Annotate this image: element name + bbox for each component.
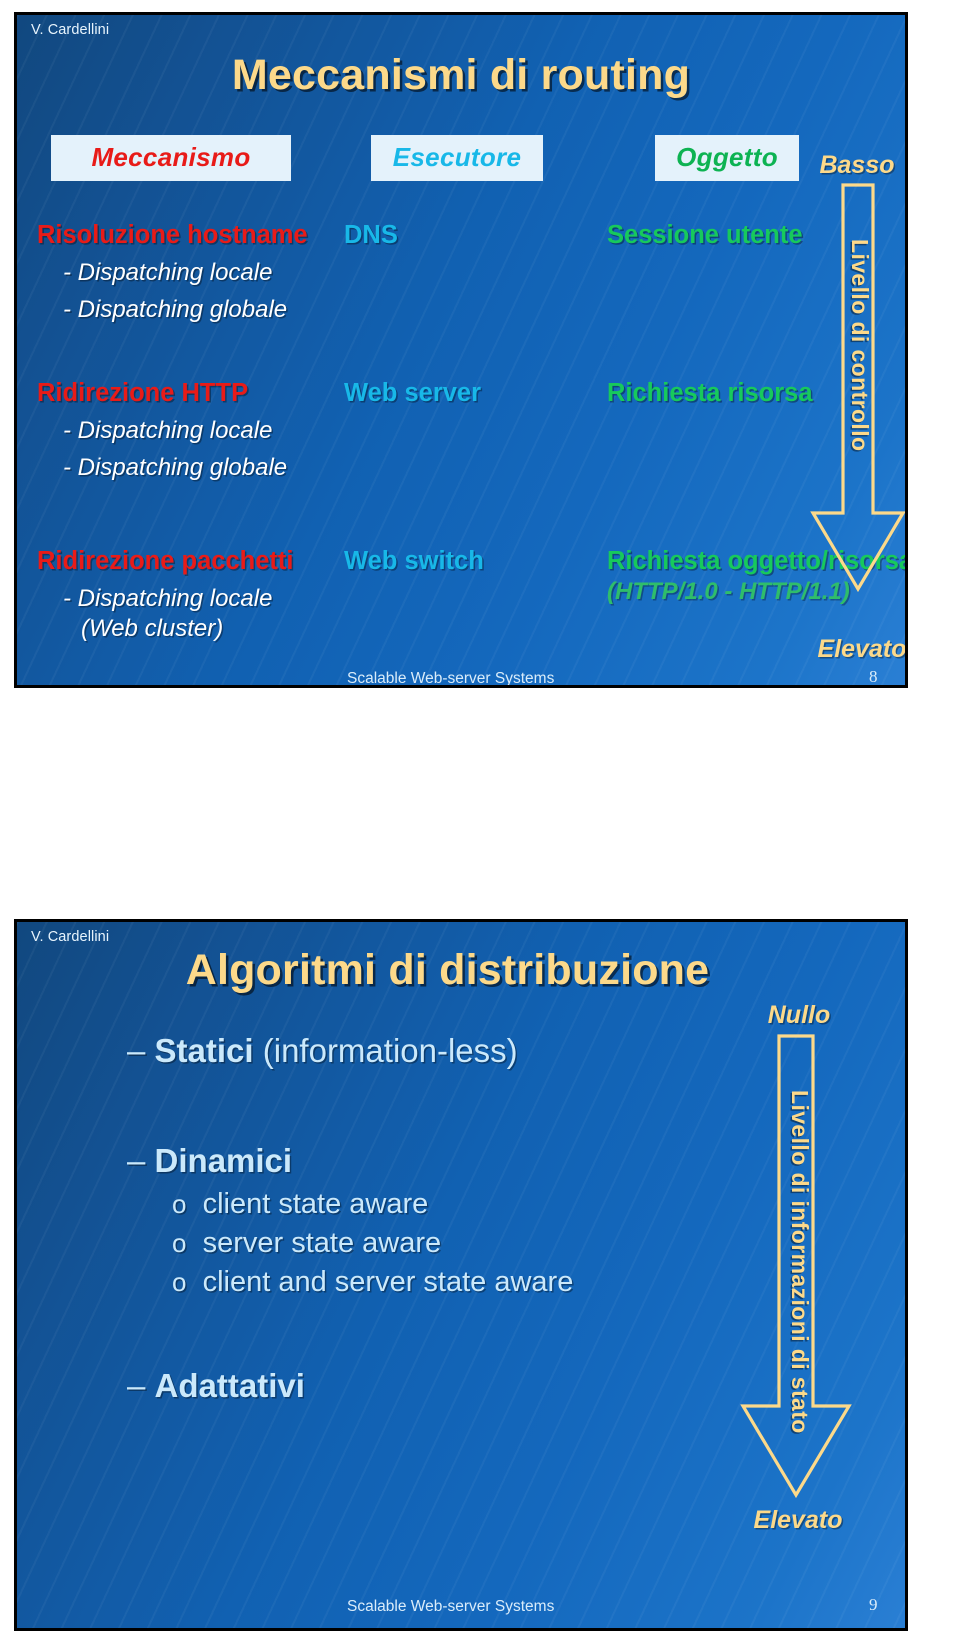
- row-executor-cell: Web switch: [344, 547, 594, 576]
- row-executor-cell: DNS: [344, 221, 594, 250]
- slide-deck-page: V. Cardellini Meccanismi di routing Mecc…: [0, 0, 960, 1646]
- row-mechanism-title: Ridirezione HTTP: [37, 379, 249, 407]
- bullet-marker-circle-icon: o: [172, 1228, 187, 1258]
- bullet-marker-circle-icon: o: [172, 1189, 187, 1219]
- arrow-axis-label: Livello di informazioni di stato: [787, 1090, 813, 1434]
- footer-page-number: 9: [869, 1595, 878, 1614]
- row-executor-title: DNS: [344, 221, 398, 249]
- page-title: Meccanismi di routing: [231, 51, 691, 99]
- bullet-strong: Dinamici: [154, 1142, 293, 1179]
- row-mechanism-title: Risoluzione hostname: [37, 221, 308, 249]
- bullet-rest: (information-less): [253, 1032, 518, 1069]
- bullet-strong: Adattativi: [154, 1367, 305, 1404]
- slide-meccanismi-di-routing: V. Cardellini Meccanismi di routing Mecc…: [14, 12, 908, 688]
- author-label: V. Cardellini: [31, 929, 110, 945]
- arrow-top-label: Nullo: [767, 1001, 831, 1029]
- footer-page-number: 8: [869, 667, 878, 686]
- column-header-oggetto: Oggetto: [655, 135, 799, 181]
- bullet-dash: –: [127, 1367, 146, 1404]
- arrow-axis-label: Livello di controllo: [847, 239, 873, 452]
- row-mechanism-cell: Ridirezione HTTP - Dispatching locale - …: [37, 379, 367, 482]
- bullet-strong: Statici: [154, 1032, 254, 1069]
- list-item: o server state aware: [172, 1227, 441, 1260]
- page-title: Algoritmi di distribuzione: [185, 946, 710, 994]
- author-label: V. Cardellini: [31, 22, 110, 38]
- arrow-bottom-label: Elevato: [753, 1506, 843, 1534]
- column-header-meccanismo: Meccanismo: [51, 135, 291, 181]
- row-mechanism-sub: - Dispatching globale: [63, 296, 288, 323]
- column-header-esecutore: Esecutore: [371, 135, 543, 181]
- row-mechanism-sub: - Dispatching locale: [63, 259, 273, 286]
- row-mechanism-sub: - Dispatching locale: [63, 585, 273, 612]
- bullet-dash: –: [127, 1032, 146, 1069]
- row-mechanism-sub: (Web cluster): [81, 615, 224, 642]
- list-item: o client state aware: [172, 1188, 428, 1221]
- row-mechanism-cell: Ridirezione pacchetti - Dispatching loca…: [37, 547, 367, 643]
- row-executor-cell: Web server: [344, 379, 594, 408]
- footer-title: Scalable Web-server Systems: [347, 1598, 555, 1615]
- list-item: – Statici (information-less): [127, 1032, 518, 1070]
- row-mechanism-sub: - Dispatching globale: [63, 454, 288, 481]
- arrow-top-label: Basso: [819, 151, 895, 179]
- row-mechanism-sub: - Dispatching locale: [63, 417, 273, 444]
- arrow-bottom-label: Elevato: [817, 635, 907, 663]
- row-mechanism-title: Ridirezione pacchetti: [37, 547, 294, 575]
- bullet-marker-circle-icon: o: [172, 1267, 187, 1297]
- sub-bullet-label: client and server state aware: [202, 1266, 574, 1298]
- list-item: – Adattativi: [127, 1367, 305, 1405]
- row-mechanism-cell: Risoluzione hostname - Dispatching local…: [37, 221, 367, 324]
- row-executor-title: Web switch: [344, 547, 484, 575]
- sub-bullet-label: server state aware: [202, 1227, 442, 1259]
- slide-algoritmi-di-distribuzione: V. Cardellini Algoritmi di distribuzione…: [14, 919, 908, 1631]
- list-item: o client and server state aware: [172, 1266, 573, 1299]
- bullet-dash: –: [127, 1142, 146, 1179]
- row-executor-title: Web server: [344, 379, 482, 407]
- list-item: – Dinamici: [127, 1142, 292, 1180]
- footer-title: Scalable Web-server Systems: [347, 670, 555, 687]
- sub-bullet-label: client state aware: [202, 1188, 429, 1220]
